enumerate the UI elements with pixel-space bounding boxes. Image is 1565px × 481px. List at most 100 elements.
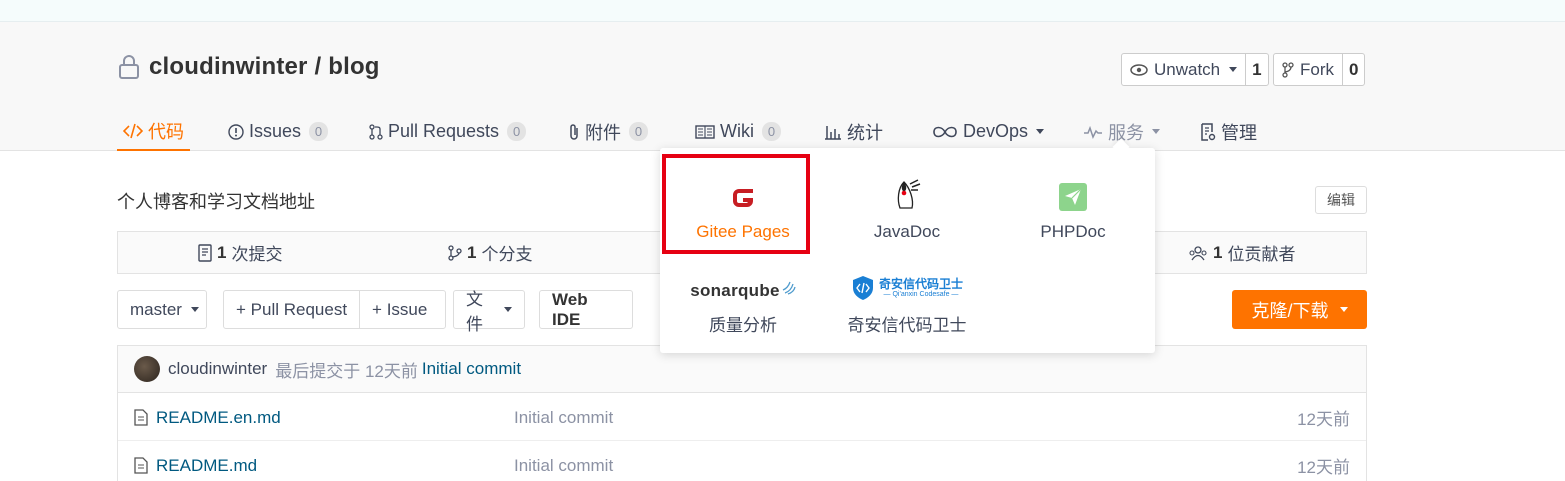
file-list: cloudinwinter 最后提交于 12天前 Initial commit …: [117, 345, 1367, 481]
avatar[interactable]: [134, 356, 160, 382]
eye-icon: [1130, 63, 1148, 76]
tab-attachments-label: 附件: [585, 122, 621, 143]
issue-icon: [228, 123, 244, 140]
chevron-down-icon: [1152, 129, 1160, 134]
repo-owner-link[interactable]: cloudinwinter: [149, 53, 308, 80]
services-dropdown-menu: Gitee Pages JavaDoc PHPDoc sonarqube 质量分…: [660, 148, 1155, 353]
book-icon: [695, 124, 715, 139]
commit-message-link[interactable]: Initial commit: [422, 359, 521, 379]
sonarqube-logo: sonarqube: [690, 281, 796, 301]
repo-name-link[interactable]: blog: [328, 53, 379, 80]
paperclip-icon: [570, 123, 578, 140]
file-time: 12天前: [1297, 410, 1350, 429]
branches-stat[interactable]: 1 个分支: [448, 232, 532, 273]
contributors-stat[interactable]: 1 位贡献者: [1188, 232, 1295, 273]
file-icon: [134, 457, 148, 474]
file-link[interactable]: README.en.md: [134, 394, 281, 441]
wiki-count-badge: 0: [762, 122, 781, 141]
attachments-count-badge: 0: [629, 122, 648, 141]
commit-author-link[interactable]: cloudinwinter: [168, 359, 267, 379]
chevron-down-icon: [504, 307, 512, 312]
tab-manage[interactable]: 管理: [1200, 112, 1257, 151]
tab-wiki-label: Wiki: [720, 121, 754, 141]
table-row: README.en.md Initial commit 12天前: [118, 394, 1366, 441]
service-sonarqube[interactable]: sonarqube 质量分析: [668, 250, 818, 346]
pulse-icon: [1084, 125, 1102, 139]
clone-download-button[interactable]: 克隆/下载: [1232, 290, 1367, 329]
branch-icon: [448, 244, 462, 261]
commits-label: 次提交: [231, 245, 283, 264]
qianxin-logo-text: 奇安信代码卫士: [878, 276, 963, 291]
tab-attachments[interactable]: 附件 0: [568, 112, 648, 151]
web-ide-label: Web IDE: [552, 289, 588, 329]
new-issue-button[interactable]: + Issue: [359, 291, 439, 328]
lock-icon: [119, 55, 139, 79]
service-qianxin-codesafe[interactable]: 奇安信代码卫士 — Qi'anxin Codesafe — 奇安信代码卫士: [832, 250, 982, 346]
fork-button-group: Fork 0: [1273, 53, 1366, 86]
service-phpdoc-label: PHPDoc: [1040, 222, 1106, 241]
qianxin-logo-subtext: — Qi'anxin Codesafe —: [883, 290, 959, 298]
commits-stat[interactable]: 1 次提交: [198, 232, 282, 273]
contributors-icon: [1189, 245, 1207, 260]
create-button-group: + Pull Request + Issue: [223, 290, 446, 329]
tab-statistics[interactable]: 统计: [824, 112, 883, 151]
bar-chart-icon: [825, 125, 841, 140]
unwatch-button[interactable]: Unwatch: [1122, 54, 1247, 85]
file-name: README.md: [156, 455, 258, 475]
fork-icon: [1282, 61, 1294, 78]
file-commit-message[interactable]: Initial commit: [514, 442, 613, 481]
branch-name: master: [130, 299, 182, 319]
table-row: README.md Initial commit 12天前: [118, 442, 1366, 481]
code-icon: [123, 123, 143, 138]
tab-pull-requests-label: Pull Requests: [388, 121, 500, 141]
fork-label: Fork: [1300, 59, 1334, 79]
commit-meta: 最后提交于 12天前: [275, 361, 418, 381]
file-name: README.en.md: [156, 407, 281, 427]
watch-count[interactable]: 1: [1246, 54, 1267, 85]
contributors-label: 位贡献者: [1227, 245, 1296, 264]
gitee-pages-icon: [733, 189, 753, 207]
service-phpdoc[interactable]: PHPDoc: [998, 156, 1148, 252]
phpdoc-icon: [1059, 183, 1087, 211]
service-sonarqube-label: 质量分析: [709, 316, 777, 335]
fork-button[interactable]: Fork: [1274, 54, 1343, 85]
service-javadoc-label: JavaDoc: [873, 222, 941, 241]
pull-request-icon: [369, 123, 383, 140]
chevron-down-icon: [1339, 307, 1348, 312]
service-javadoc[interactable]: JavaDoc: [832, 156, 982, 252]
branches-count: 1: [467, 242, 477, 262]
edit-description-button[interactable]: 编辑: [1315, 186, 1367, 214]
repo-title: cloudinwinter / blog: [117, 53, 380, 81]
unwatch-label: Unwatch: [1154, 59, 1221, 79]
contributors-count: 1: [1213, 242, 1223, 262]
signal-waves-icon: [782, 281, 796, 295]
file-menu-label: 文件: [466, 289, 483, 334]
chevron-down-icon: [190, 307, 199, 312]
tab-pull-requests[interactable]: Pull Requests 0: [369, 112, 527, 151]
top-strip: [0, 0, 1565, 22]
file-commit-message[interactable]: Initial commit: [514, 394, 613, 441]
service-gitee-pages-label: Gitee Pages: [696, 222, 790, 241]
file-menu-button[interactable]: 文件: [453, 290, 525, 334]
shield-code-icon: [852, 276, 873, 300]
tab-services-label: 服务: [1108, 122, 1144, 143]
service-gitee-pages[interactable]: Gitee Pages: [668, 156, 818, 252]
java-duke-icon: [897, 179, 921, 209]
file-link[interactable]: README.md: [134, 442, 257, 481]
qianxin-codesafe-logo: 奇安信代码卫士 — Qi'anxin Codesafe —: [851, 275, 963, 301]
tab-wiki[interactable]: Wiki 0: [695, 112, 781, 151]
tab-issues[interactable]: Issues 0: [228, 112, 329, 151]
tab-devops[interactable]: DevOps: [932, 112, 1045, 151]
web-ide-button[interactable]: Web IDE: [539, 290, 633, 329]
new-pull-request-button[interactable]: + Pull Request: [224, 291, 359, 328]
issues-count-badge: 0: [309, 122, 329, 141]
branches-label: 个分支: [481, 245, 533, 264]
fork-count[interactable]: 0: [1343, 54, 1364, 85]
branch-select[interactable]: master: [117, 290, 207, 329]
latest-commit-bar: cloudinwinter 最后提交于 12天前 Initial commit: [118, 346, 1366, 393]
tab-code[interactable]: 代码: [117, 112, 190, 151]
commit-doc-icon: [198, 243, 212, 262]
tab-statistics-label: 统计: [847, 122, 883, 143]
commits-count: 1: [217, 242, 227, 262]
repo-description: 个人博客和学习文档地址: [117, 192, 315, 212]
